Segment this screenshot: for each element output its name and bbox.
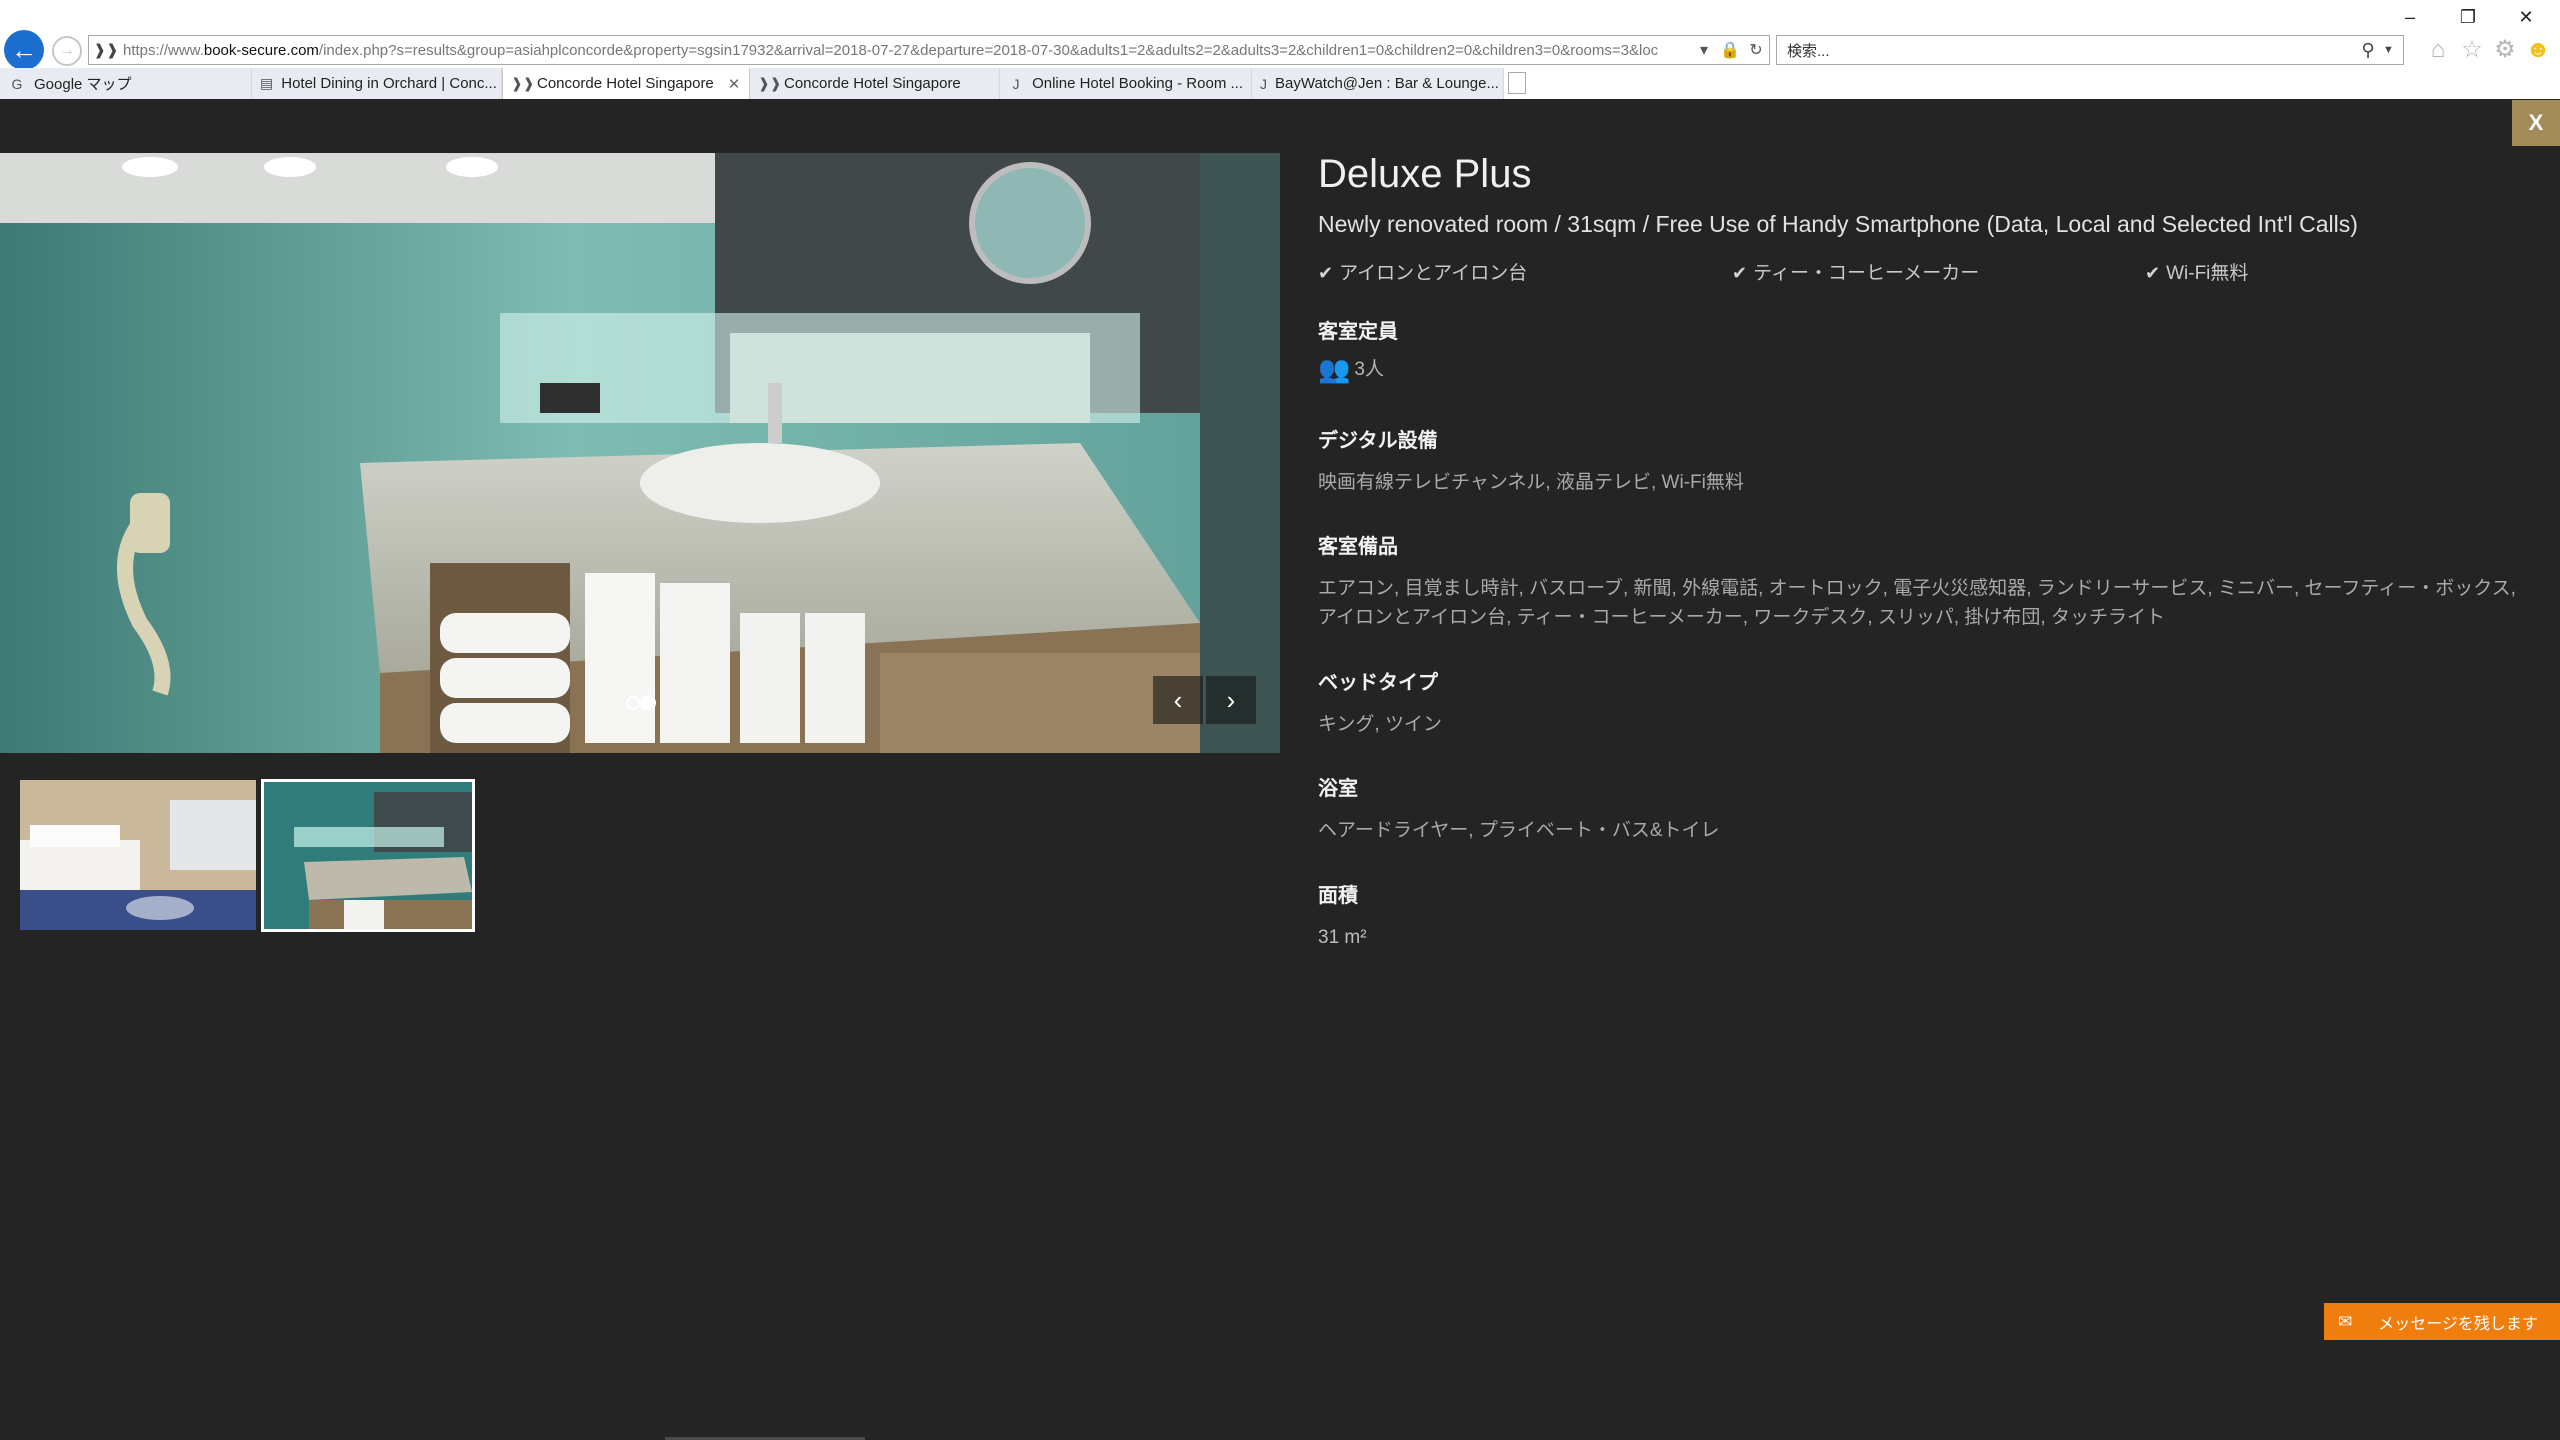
- section-heading-occupancy: 客室定員: [1318, 321, 1398, 343]
- amenities-value: エアコン, 目覚まし時計, バスローブ, 新聞, 外線電話, オートロック, 電…: [1318, 578, 2516, 628]
- carousel-next-button[interactable]: ›: [1206, 676, 1256, 724]
- site-icon: ❱❱: [758, 75, 782, 91]
- tab-label: BayWatch@Jen : Bar & Lounge...: [1275, 75, 1499, 92]
- room-info-panel: Deluxe Plus Newly renovated room / 31sqm…: [1318, 150, 2518, 948]
- page-icon: ▤: [260, 75, 274, 91]
- restore-button[interactable]: ❐: [2448, 4, 2488, 30]
- carousel-prev-button[interactable]: ‹: [1153, 676, 1203, 724]
- chevron-right-icon: ›: [1226, 684, 1236, 715]
- feature-item: ✔ ティー・コーヒーメーカー: [1732, 263, 1980, 284]
- check-icon: ✔: [2145, 263, 2161, 283]
- j-icon: J: [1012, 75, 1020, 92]
- bedroom-thumbnail-image: [20, 780, 256, 930]
- leave-message-button[interactable]: ✉ メッセージを残します: [2324, 1303, 2560, 1340]
- section-heading-bathroom: 浴室: [1318, 778, 1358, 800]
- envelope-icon: ✉: [2338, 1311, 2353, 1331]
- bathroom-value: ヘアードライヤー, プライベート・バス&トイレ: [1318, 820, 1720, 841]
- search-icon[interactable]: ⚲: [2353, 40, 2383, 61]
- j-icon: J: [1260, 75, 1267, 92]
- lock-icon[interactable]: 🔒: [1717, 40, 1743, 60]
- tab-hotel-dining[interactable]: ▤ Hotel Dining in Orchard | Conc...: [252, 68, 502, 99]
- refresh-icon[interactable]: ↻: [1743, 40, 1769, 60]
- section-heading-area: 面積: [1318, 885, 1358, 907]
- room-photo-bathroom: [0, 153, 1280, 753]
- tab-baywatch[interactable]: J BayWatch@Jen : Bar & Lounge...: [1252, 68, 1504, 99]
- close-tab-icon[interactable]: ✕: [728, 75, 741, 93]
- browser-toolbar: – ❐ ✕ ← → ❱❱ https://www.book-secure.com…: [0, 0, 2560, 70]
- site-favicon-icon: ❱❱: [93, 42, 119, 59]
- tab-label: Concorde Hotel Singapore: [784, 75, 961, 92]
- chevron-down-icon[interactable]: ▼: [2383, 44, 2403, 56]
- bathroom-thumbnail-image: [264, 782, 472, 929]
- site-icon: ❱❱: [511, 75, 535, 91]
- bathroom-image: [0, 153, 1280, 753]
- chevron-left-icon: ‹: [1173, 684, 1183, 715]
- tab-label: Online Hotel Booking - Room ...: [1032, 75, 1243, 92]
- feature-list: ✔ アイロンとアイロン台 ✔ ティー・コーヒーメーカー ✔ Wi-Fi無料: [1318, 258, 2518, 288]
- check-icon: ✔: [1732, 263, 1748, 283]
- tab-concorde[interactable]: ❱❱ Concorde Hotel Singapore: [750, 68, 1000, 99]
- arrow-left-icon: ←: [11, 34, 37, 65]
- tab-label: Hotel Dining in Orchard | Conc...: [281, 75, 497, 92]
- thumbnail-bathroom-selected[interactable]: [261, 779, 475, 932]
- tab-label: Google マップ: [34, 76, 132, 93]
- guests-icon: 👥: [1318, 354, 1351, 385]
- feature-item: ✔ アイロンとアイロン台: [1318, 263, 1528, 284]
- tab-concorde-active[interactable]: ❱❱ Concorde Hotel Singapore ✕: [502, 68, 750, 99]
- section-heading-amenities: 客室備品: [1318, 536, 1398, 558]
- address-bar[interactable]: ❱❱ https://www.book-secure.com/index.php…: [88, 35, 1770, 65]
- smiley-icon[interactable]: ☻: [2524, 36, 2552, 64]
- search-input[interactable]: 検索...: [1787, 40, 2353, 61]
- feature-item: ✔ Wi-Fi無料: [2145, 263, 2249, 284]
- close-window-button[interactable]: ✕: [2506, 4, 2546, 30]
- arrow-right-icon: →: [59, 42, 75, 59]
- back-button[interactable]: ←: [4, 30, 44, 70]
- close-modal-button[interactable]: X: [2512, 100, 2560, 146]
- tab-online-booking[interactable]: J Online Hotel Booking - Room ...: [1000, 68, 1252, 99]
- browser-chrome: – ❐ ✕ ← → ❱❱ https://www.book-secure.com…: [0, 0, 2560, 99]
- carousel-dot-2-active[interactable]: [640, 695, 656, 711]
- tab-bar: G Google マップ ▤ Hotel Dining in Orchard |…: [0, 68, 2560, 99]
- search-box[interactable]: 検索... ⚲ ▼: [1776, 35, 2404, 65]
- star-icon[interactable]: ☆: [2458, 36, 2486, 64]
- dropdown-arrow-icon[interactable]: ▾: [1691, 40, 1717, 60]
- tab-google-maps[interactable]: G Google マップ: [0, 68, 252, 99]
- area-value: 31 m²: [1318, 927, 1367, 948]
- forward-button[interactable]: →: [52, 36, 82, 66]
- section-heading-digital: デジタル設備: [1318, 430, 1438, 452]
- google-icon: G: [11, 75, 23, 92]
- address-url[interactable]: https://www.book-secure.com/index.php?s=…: [123, 42, 1691, 59]
- leave-message-label: メッセージを残します: [2378, 1315, 2538, 1333]
- home-icon[interactable]: ⌂: [2424, 36, 2452, 64]
- new-tab-button[interactable]: [1508, 72, 1526, 94]
- occupancy-value: 👥 3人: [1318, 354, 1384, 385]
- minimize-button[interactable]: –: [2390, 4, 2430, 30]
- room-title: Deluxe Plus: [1318, 152, 1532, 196]
- room-modal: X ‹ › Deluxe Plus Newly renovated room /…: [0, 100, 2560, 1440]
- bed-type-value: キング, ツイン: [1318, 714, 1442, 735]
- gear-icon[interactable]: ⚙: [2491, 36, 2519, 64]
- room-subtitle: Newly renovated room / 31sqm / Free Use …: [1318, 211, 2358, 237]
- thumbnail-bedroom[interactable]: [20, 780, 256, 930]
- tab-label: Concorde Hotel Singapore: [537, 75, 714, 92]
- section-heading-bed-type: ベッドタイプ: [1318, 672, 1438, 694]
- digital-value: 映画有線テレビチャンネル, 液晶テレビ, Wi-Fi無料: [1318, 472, 1744, 493]
- check-icon: ✔: [1318, 263, 1334, 283]
- carousel-dot-1[interactable]: [626, 696, 640, 710]
